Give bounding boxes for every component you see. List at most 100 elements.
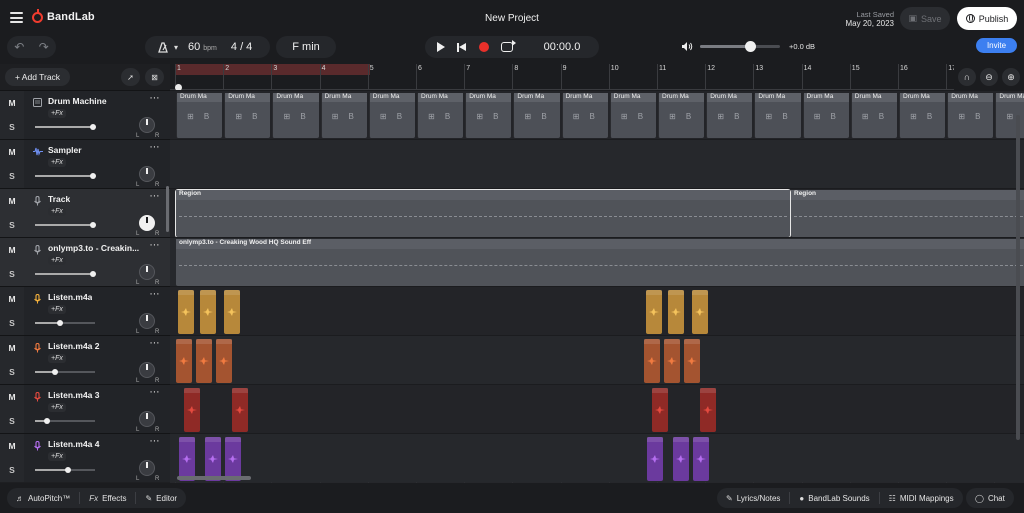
pan-knob[interactable]	[139, 362, 155, 378]
add-fx-button[interactable]: +Fx	[48, 452, 66, 461]
record-icon[interactable]	[478, 42, 489, 52]
redo-icon[interactable]: ↷	[39, 40, 49, 54]
audio-clip-purple[interactable]	[179, 437, 195, 481]
more-options-icon[interactable]: ⋯	[150, 240, 161, 251]
drum-machine-clip[interactable]: Drum Ma ⊞ B	[561, 93, 608, 138]
audio-clip-orange[interactable]	[684, 339, 700, 383]
collapse-tracks-icon[interactable]: ⊠	[145, 68, 164, 86]
track-name[interactable]: Drum Machine	[48, 96, 107, 106]
audio-clip-purple[interactable]	[647, 437, 663, 481]
track-lane[interactable]: onlymp3.to - Creaking Wood HQ Sound Eff	[170, 237, 1024, 286]
track-header[interactable]: M S Listen.m4a 2 ⋯ +Fx L R	[0, 335, 170, 384]
menu-icon[interactable]	[10, 12, 23, 23]
track-name[interactable]: Track	[48, 194, 70, 204]
lyrics-notes-button[interactable]: ✎ Lyrics/Notes	[717, 488, 789, 508]
audio-clip-yellow[interactable]	[178, 290, 194, 334]
audio-clip-yellow[interactable]	[668, 290, 684, 334]
drum-machine-clip[interactable]: Drum Ma ⊞ B	[609, 93, 656, 138]
track-name[interactable]: Listen.m4a 4	[48, 439, 100, 449]
return-to-start-icon[interactable]	[457, 42, 467, 52]
pan-knob[interactable]	[139, 264, 155, 280]
audio-clip-yellow[interactable]	[692, 290, 708, 334]
track-body[interactable]: Listen.m4a 2 ⋯ +Fx L R	[24, 336, 170, 384]
pan-knob[interactable]	[139, 313, 155, 329]
more-options-icon[interactable]: ⋯	[150, 387, 161, 398]
track-volume-knob[interactable]	[90, 222, 97, 228]
time-signature[interactable]: 4 / 4	[231, 41, 252, 53]
track-volume-knob[interactable]	[44, 418, 50, 424]
track-name[interactable]: onlymp3.to - Creakin...	[48, 243, 139, 253]
drum-machine-clip[interactable]: Drum Ma ⊞ B	[513, 93, 560, 138]
mute-button[interactable]: M	[0, 189, 24, 213]
track-header[interactable]: M S Sampler ⋯ +Fx L R	[0, 139, 170, 188]
track-lane[interactable]	[170, 433, 1024, 482]
pan-knob[interactable]	[139, 117, 155, 133]
mute-button[interactable]: M	[0, 434, 24, 458]
solo-button[interactable]: S	[0, 262, 24, 286]
track-volume-knob[interactable]	[57, 320, 64, 326]
solo-button[interactable]: S	[0, 360, 24, 384]
arrangement-area[interactable]: 1 2 3 4 5 6 7 8 9 10 11 12 13 14 15 16 17 ∩ ⊖ ⊕ Drum Ma ⊞…	[170, 64, 1024, 483]
track-lane[interactable]	[170, 139, 1024, 188]
drum-machine-clip[interactable]: Drum Ma ⊞ B	[320, 93, 367, 138]
track-volume-slider[interactable]	[35, 222, 97, 228]
track-lane[interactable]: Drum Ma ⊞ B Drum Ma ⊞ B Drum Ma ⊞ B Drum Ma ⊞ B…	[170, 90, 1024, 139]
drum-machine-clip[interactable]: Drum Ma ⊞ B	[754, 93, 801, 138]
add-fx-button[interactable]: +Fx	[48, 354, 66, 363]
audio-clip-yellow[interactable]	[200, 290, 216, 334]
key-selector[interactable]: F min	[276, 36, 336, 58]
more-options-icon[interactable]: ⋯	[150, 436, 161, 447]
mute-button[interactable]: M	[0, 140, 24, 164]
add-fx-button[interactable]: +Fx	[48, 403, 66, 412]
editor-button[interactable]: ✎ Editor	[136, 488, 186, 508]
play-icon[interactable]	[437, 42, 446, 52]
audio-clip-purple[interactable]	[225, 437, 241, 481]
add-fx-button[interactable]: +Fx	[48, 158, 66, 167]
mute-button[interactable]: M	[0, 238, 24, 262]
metronome-icon[interactable]	[157, 41, 169, 53]
horizontal-scrollbar[interactable]	[177, 476, 251, 480]
track-name[interactable]: Listen.m4a 3	[48, 390, 100, 400]
track-volume-knob[interactable]	[90, 124, 97, 130]
track-header[interactable]: M S onlymp3.to - Creakin... ⋯ +Fx L R	[0, 237, 170, 286]
more-options-icon[interactable]: ⋯	[150, 338, 161, 349]
region-clip[interactable]: Region	[175, 189, 791, 238]
drum-machine-clip[interactable]: Drum Ma ⊞ B	[368, 93, 415, 138]
audio-clip-purple[interactable]	[693, 437, 709, 481]
track-lane[interactable]	[170, 286, 1024, 335]
more-options-icon[interactable]: ⋯	[150, 289, 161, 300]
publish-button[interactable]: Publish	[957, 7, 1017, 30]
solo-button[interactable]: S	[0, 311, 24, 335]
autopitch-button[interactable]: ♬ AutoPitch™	[7, 488, 79, 508]
audio-clip-orange[interactable]	[216, 339, 232, 383]
track-body[interactable]: onlymp3.to - Creakin... ⋯ +Fx L R	[24, 238, 170, 286]
track-volume-slider[interactable]	[35, 271, 97, 277]
drum-machine-clip[interactable]: Drum Ma ⊞ B	[947, 93, 994, 138]
track-volume-slider[interactable]	[35, 320, 95, 326]
tempo-settings[interactable]: ▾ 60 bpm 4 / 4	[145, 36, 270, 58]
track-volume-knob[interactable]	[90, 271, 97, 277]
mute-button[interactable]: M	[0, 287, 24, 311]
add-fx-button[interactable]: +Fx	[48, 207, 66, 216]
drum-machine-clip[interactable]: Drum Ma ⊞ B	[272, 93, 319, 138]
add-track-button[interactable]: + Add Track	[5, 68, 70, 86]
effects-button[interactable]: Fx Effects	[80, 488, 135, 508]
more-options-icon[interactable]: ⋯	[150, 191, 161, 202]
track-header[interactable]: M S Listen.m4a 3 ⋯ +Fx L R	[0, 384, 170, 433]
track-list-scrollbar[interactable]	[166, 186, 169, 232]
add-fx-button[interactable]: +Fx	[48, 256, 66, 265]
drum-machine-clip[interactable]: Drum Ma ⊞ B	[465, 93, 512, 138]
audio-clip-red[interactable]	[652, 388, 668, 432]
bpm-value[interactable]: 60	[188, 41, 200, 53]
more-options-icon[interactable]: ⋯	[150, 93, 161, 104]
add-fx-button[interactable]: +Fx	[48, 305, 66, 314]
mute-button[interactable]: M	[0, 336, 24, 360]
drum-machine-clip[interactable]: Drum Ma ⊞ B	[417, 93, 464, 138]
midi-mappings-button[interactable]: ☷ MIDI Mappings	[880, 488, 963, 508]
track-body[interactable]: Listen.m4a 3 ⋯ +Fx L R	[24, 385, 170, 433]
drum-machine-clip[interactable]: Drum Ma ⊞ B	[224, 93, 271, 138]
track-header[interactable]: M S Listen.m4a 4 ⋯ +Fx L R	[0, 433, 170, 482]
pan-knob[interactable]	[139, 166, 155, 182]
save-button[interactable]: ▣ Save	[900, 7, 950, 30]
track-header[interactable]: M S Track ⋯ +Fx L R	[0, 188, 170, 237]
